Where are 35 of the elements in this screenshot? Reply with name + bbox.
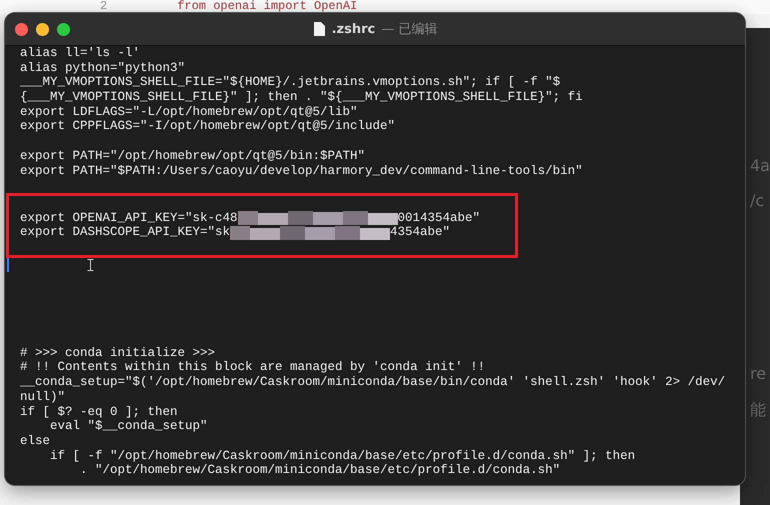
minimize-button[interactable] (36, 22, 49, 36)
code-line: eval "$__conda_setup" (50, 419, 209, 434)
code-line: # >>> conda initialize >>> (20, 346, 216, 360)
background-text: /c (750, 191, 764, 210)
document-icon (312, 21, 326, 37)
code-line: alias ll='ls -l' (20, 46, 142, 61)
code-line: # !! Contents within this block are managed by 'conda init' !! (20, 360, 486, 376)
code-line: if [ -f "/opt/homebrew/Caskroom/miniconda/base/etc/profile.d/conda.sh" ]; then (49, 448, 636, 464)
line-number: 2 (100, 0, 108, 12)
code-line: export PATH="/opt/homebrew/opt/qt@5/bin:$PATH" (20, 148, 366, 164)
text-cursor-icon (87, 258, 94, 271)
window-title: .zshrc (332, 22, 376, 36)
code-line: else (20, 434, 52, 449)
code-line: alias python="python3" (20, 60, 186, 76)
code-line: __conda_setup="$('/opt/homebrew/Caskroom/miniconda/base/bin/conda' 'shell.zsh' 'hook' 2> /dev/ (20, 375, 726, 390)
close-button[interactable] (15, 22, 28, 36)
background-text: 能 (750, 400, 766, 421)
code-line: from openai import OpenAI (177, 0, 358, 12)
code-line: ___MY_VMOPTIONS_SHELL_FILE="${HOME}/.jetbrains.vmoptions.sh"; if [ -f "$ (20, 75, 562, 90)
code-text: 0014354abe" (398, 210, 480, 226)
edited-status: — 已编辑 (381, 21, 438, 38)
code-line: export PATH="$PATH:/Users/caoyu/develop/harmory_dev/command-line-tools/bin" (20, 164, 584, 178)
zoom-button[interactable] (57, 22, 70, 36)
code-line: . "/opt/homebrew/Caskroom/miniconda/base/etc/profile.d/conda.sh" (79, 463, 562, 478)
code-text: export DASHSCOPE_API_KEY="sk (20, 225, 230, 240)
background-text: re (750, 364, 766, 383)
code-text: export OPENAI_API_KEY="sk-c48 (20, 210, 238, 226)
code-line: {___MY_VMOPTIONS_SHELL_FILE}" ]; then . "${___MY_VMOPTIONS_SHELL_FILE}"; fi (20, 90, 584, 105)
code-line: export LDFLAGS="-L/opt/homebrew/opt/qt@5/lib" (20, 104, 359, 120)
code-line: if [ $? -eq 0 ]; then (20, 404, 179, 420)
code-text: 4354abe" (390, 225, 450, 240)
text-caret (7, 258, 9, 272)
background-text: 4a (750, 156, 770, 175)
code-line: export CPPFLAGS="-I/opt/homebrew/opt/qt@5/include" (20, 119, 396, 134)
code-line: null)" (20, 390, 66, 404)
